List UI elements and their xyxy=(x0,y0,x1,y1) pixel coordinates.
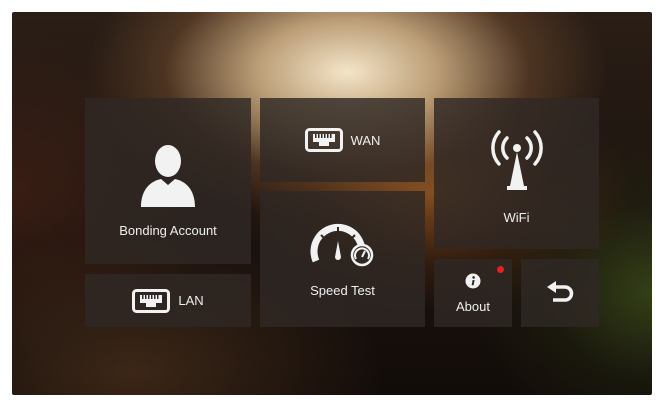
back-arrow-icon xyxy=(547,281,574,302)
user-icon xyxy=(141,144,195,207)
speed-test-label: Speed Test xyxy=(310,282,375,298)
wifi-antenna-icon xyxy=(490,130,543,190)
speedometer-icon xyxy=(310,223,373,266)
wifi-label: WiFi xyxy=(503,210,530,225)
back-button[interactable] xyxy=(521,259,599,327)
ethernet-port-icon xyxy=(304,128,343,152)
lan-tile[interactable]: LAN xyxy=(85,274,251,327)
speed-test-tile[interactable]: Speed Test xyxy=(260,191,425,327)
ethernet-port-icon xyxy=(132,288,171,313)
about-tile[interactable]: About xyxy=(434,259,512,327)
notification-badge xyxy=(497,266,504,273)
bonding-account-tile[interactable]: Bonding Account xyxy=(85,98,251,264)
lan-label: LAN xyxy=(178,293,204,308)
wan-tile[interactable]: WAN xyxy=(260,98,425,182)
bonding-account-label: Bonding Account xyxy=(119,222,217,238)
about-label: About xyxy=(456,298,490,314)
home-screen: Bonding Account WAN WiFi Speed Test LAN … xyxy=(12,12,652,395)
info-icon xyxy=(465,273,481,288)
wifi-tile[interactable]: WiFi xyxy=(434,98,599,249)
wan-label: WAN xyxy=(350,132,381,148)
